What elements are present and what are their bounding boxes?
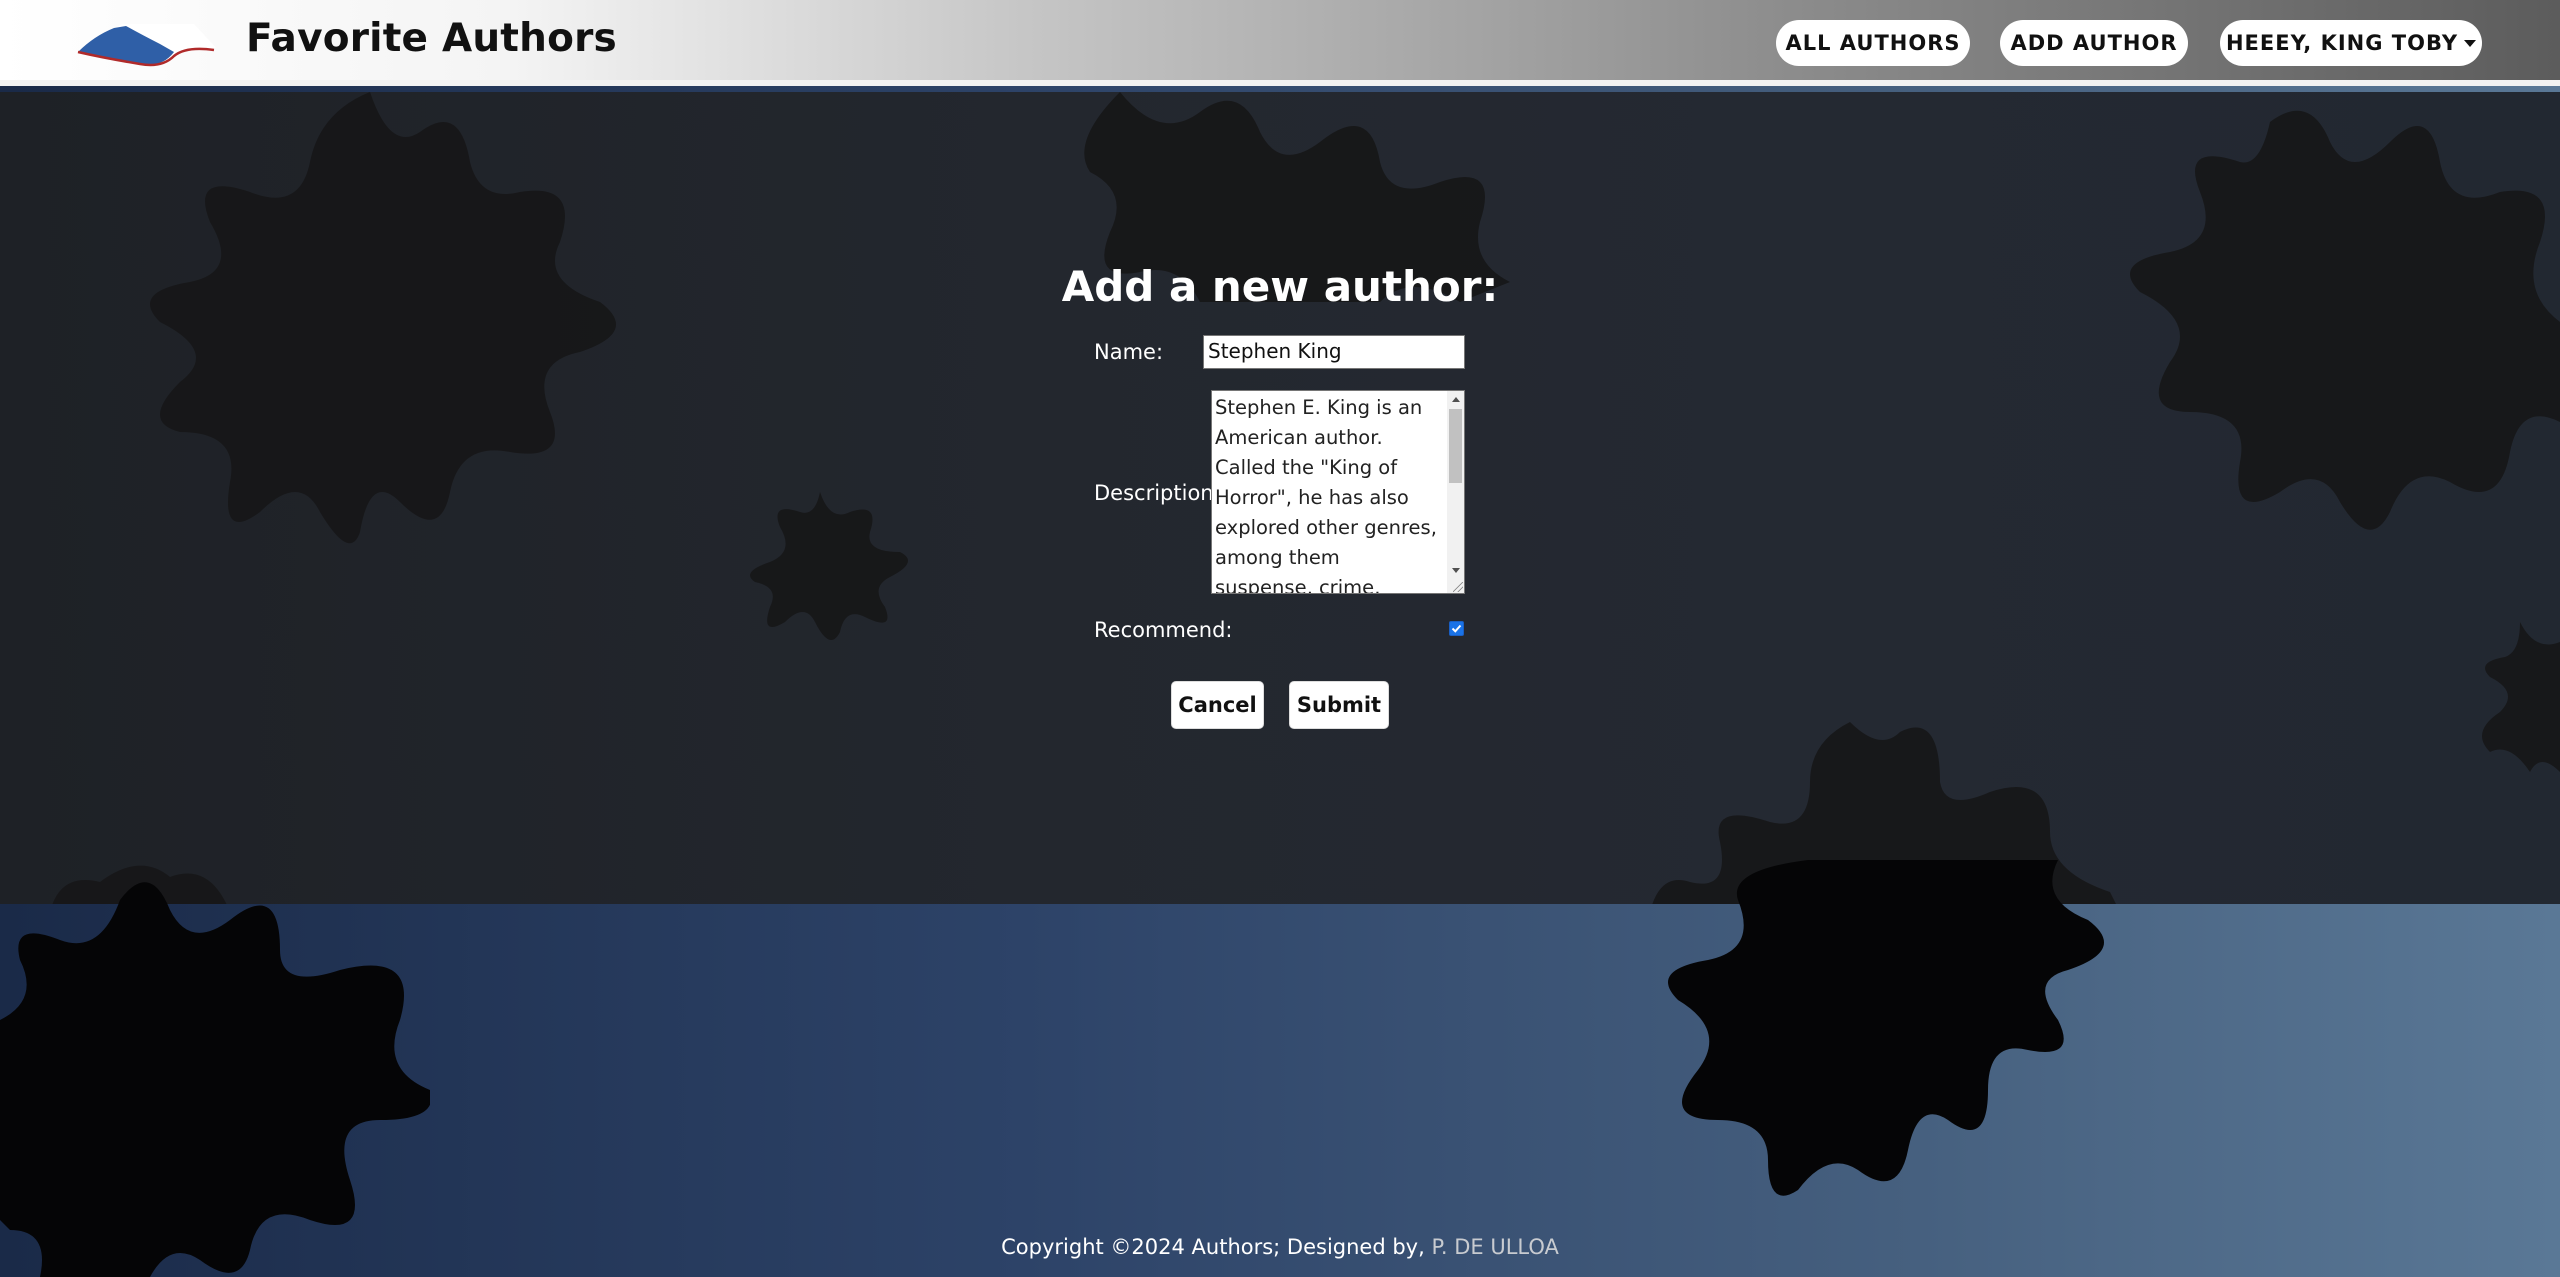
scroll-thumb[interactable] <box>1449 409 1462 483</box>
form-title: Add a new author: <box>1061 262 1499 311</box>
description-scrollbar[interactable] <box>1447 391 1464 593</box>
user-menu-label: HEEEY, KING TOBY <box>2225 31 2459 55</box>
splat-decoration-icon <box>140 92 640 552</box>
scroll-up-arrow-icon[interactable] <box>1452 397 1460 402</box>
add-author-button[interactable]: ADD AUTHOR <box>2000 20 2188 66</box>
recommend-checkbox[interactable] <box>1449 621 1464 636</box>
description-label: Description: <box>1094 481 1221 505</box>
recommend-label: Recommend: <box>1094 618 1233 642</box>
description-textarea[interactable]: Stephen E. King is an American author. C… <box>1211 390 1465 594</box>
checkmark-icon <box>1451 624 1462 633</box>
all-authors-button[interactable]: ALL AUTHORS <box>1776 20 1970 66</box>
top-navbar: Favorite Authors ALL AUTHORS ADD AUTHOR … <box>0 0 2560 86</box>
site-logo-icon[interactable] <box>74 18 224 72</box>
user-menu-dropdown[interactable]: HEEEY, KING TOBY <box>2220 20 2482 66</box>
brand-title[interactable]: Favorite Authors <box>246 16 617 61</box>
splat-decoration-icon <box>0 860 430 1277</box>
splat-decoration-icon <box>2120 92 2560 552</box>
name-label: Name: <box>1094 340 1164 364</box>
splat-decoration-icon <box>2480 622 2560 772</box>
caret-down-icon <box>2464 39 2477 47</box>
designer-link[interactable]: P. DE ULLOA <box>1431 1235 1558 1259</box>
submit-button[interactable]: Submit <box>1289 681 1389 729</box>
scroll-down-arrow-icon[interactable] <box>1452 568 1460 573</box>
description-text: Stephen E. King is an American author. C… <box>1215 396 1437 594</box>
resize-grip-icon[interactable] <box>1453 582 1463 592</box>
cancel-button[interactable]: Cancel <box>1171 681 1264 729</box>
splat-decoration-icon <box>1658 860 2118 1210</box>
splat-decoration-icon <box>750 492 910 642</box>
copyright-text: Copyright ©2024 Authors; Designed by, <box>1001 1235 1432 1259</box>
name-input[interactable]: Stephen King <box>1203 335 1465 369</box>
